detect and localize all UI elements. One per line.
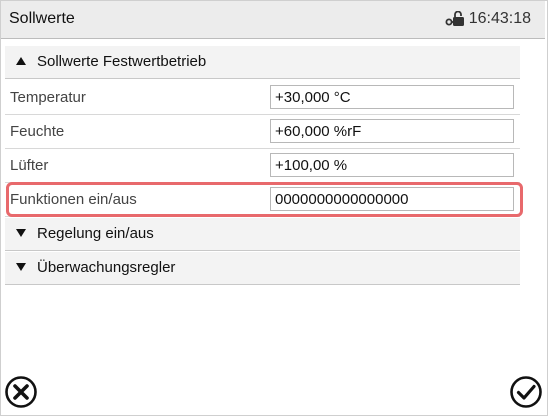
row-label: Lüfter — [10, 157, 49, 174]
luefter-input[interactable]: +100,00 % — [270, 153, 514, 177]
row-label: Funktionen ein/aus — [10, 191, 137, 208]
row-luefter: Lüfter +100,00 % — [5, 149, 520, 183]
funktionen-input[interactable]: 0000000000000000 — [270, 187, 514, 211]
triangle-down-icon — [16, 263, 26, 271]
row-label: Temperatur — [10, 89, 86, 106]
section-sollwerte-festwertbetrieb[interactable]: Sollwerte Festwertbetrieb — [5, 46, 520, 79]
section-label: Regelung ein/aus — [37, 225, 154, 242]
row-feuchte: Feuchte +60,000 %rF — [5, 115, 520, 149]
section-ueberwachungsregler[interactable]: Überwachungsregler — [5, 252, 520, 285]
unlock-key-icon — [445, 11, 464, 26]
cancel-circle-icon[interactable] — [4, 375, 38, 409]
page-title: Sollwerte — [9, 10, 75, 27]
clock: 16:43:18 — [445, 10, 531, 28]
title-bar: Sollwerte 16:43:18 — [1, 1, 545, 39]
feuchte-input[interactable]: +60,000 %rF — [270, 119, 514, 143]
confirm-check-icon[interactable] — [509, 375, 543, 409]
section-label: Überwachungsregler — [37, 259, 176, 276]
row-temperatur: Temperatur +30,000 °C — [5, 81, 520, 115]
row-funktionen: Funktionen ein/aus 0000000000000000 — [5, 183, 520, 217]
section-label: Sollwerte Festwertbetrieb — [37, 53, 207, 70]
triangle-up-icon — [16, 57, 26, 65]
time-display: 16:43:18 — [468, 10, 531, 27]
row-label: Feuchte — [10, 123, 65, 140]
triangle-down-icon — [16, 229, 26, 237]
section-regelung[interactable]: Regelung ein/aus — [5, 218, 520, 251]
temperatur-input[interactable]: +30,000 °C — [270, 85, 514, 109]
